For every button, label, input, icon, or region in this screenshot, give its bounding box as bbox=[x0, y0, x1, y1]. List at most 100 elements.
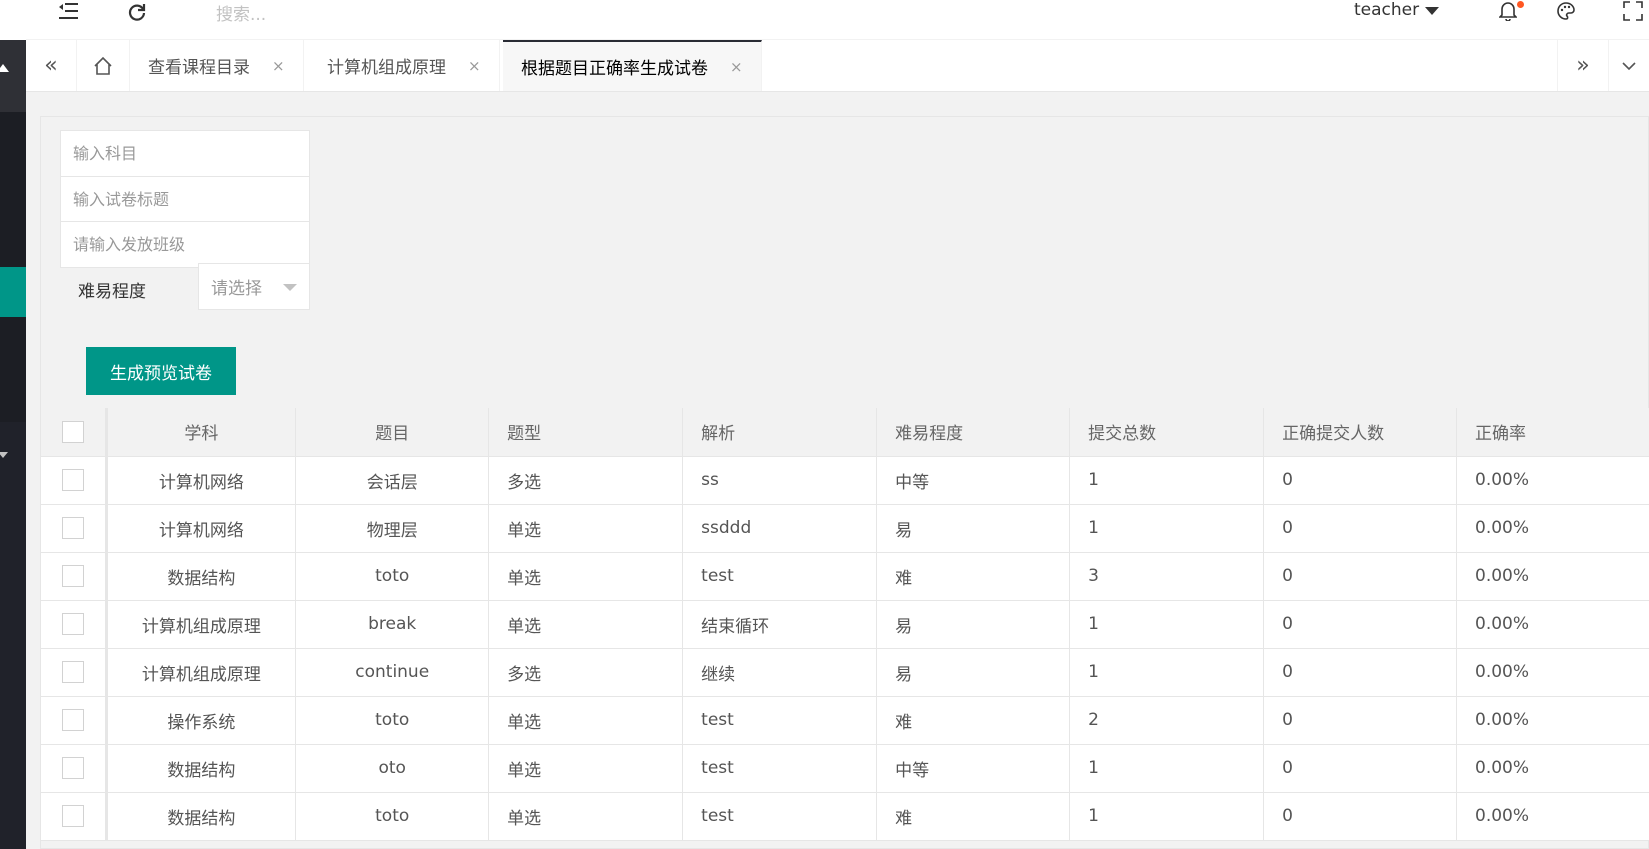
row-checkbox-cell bbox=[41, 504, 108, 553]
cell-type: 单选 bbox=[488, 600, 684, 649]
cell-correct-count: 0 bbox=[1263, 552, 1458, 601]
cell-submit-total: 2 bbox=[1069, 696, 1265, 745]
close-icon[interactable]: × bbox=[730, 58, 743, 76]
cell-question: 物理层 bbox=[295, 504, 490, 553]
table-row: 计算机组成原理 break 单选 结束循环易 1 0 0.00% bbox=[41, 600, 1649, 649]
menu-expanded-arrow-icon bbox=[0, 64, 9, 72]
cell-accuracy: 0.00% bbox=[1456, 504, 1649, 553]
fullscreen-icon[interactable] bbox=[1620, 0, 1646, 22]
paper-title-input[interactable] bbox=[73, 190, 309, 209]
menu-shrink-icon[interactable] bbox=[56, 0, 82, 22]
tab-course-catalog[interactable]: 查看课程目录 × bbox=[130, 40, 304, 91]
cell-submit-total: 1 bbox=[1069, 600, 1265, 649]
generate-preview-button[interactable]: 生成预览试卷 bbox=[86, 347, 236, 395]
cell-correct-count: 0 bbox=[1263, 504, 1458, 553]
cell-type: 多选 bbox=[488, 456, 684, 505]
header-submit-total[interactable]: 提交总数 bbox=[1069, 408, 1265, 457]
search-input[interactable]: 搜索... bbox=[216, 0, 266, 25]
table-row: 操作系统 toto 单选 test 难 2 0 0.00% bbox=[41, 696, 1649, 745]
cell-difficulty: 中等 bbox=[876, 744, 1071, 793]
row-checkbox[interactable] bbox=[61, 517, 84, 539]
row-checkbox[interactable] bbox=[61, 709, 84, 731]
generate-paper-panel: 难易程度 请选择 生成预览试卷 学科 题目 题型 解析 难易程度 bbox=[40, 116, 1649, 849]
table-row: 数据结构 toto 单选 test 难 3 0 0.00% bbox=[41, 552, 1649, 601]
tab-scroll-left-icon[interactable]: « bbox=[26, 40, 77, 91]
cell-subject: 数据结构 bbox=[106, 792, 297, 841]
cell-analysis: test bbox=[682, 552, 878, 601]
cell-difficulty: 易 bbox=[876, 504, 1071, 553]
cell-question: toto bbox=[295, 696, 490, 745]
header-correct-count[interactable]: 正确提交人数 bbox=[1263, 408, 1458, 457]
subject-field[interactable] bbox=[60, 130, 310, 177]
select-all-cell bbox=[41, 408, 108, 457]
palette-icon[interactable] bbox=[1553, 0, 1579, 22]
tab-menu-chevron-down-icon[interactable] bbox=[1608, 40, 1649, 91]
table-row: 数据结构 toto 单选 test 难 1 0 0.00% bbox=[41, 792, 1649, 841]
cell-submit-total: 1 bbox=[1069, 792, 1265, 841]
select-all-checkbox[interactable] bbox=[61, 420, 84, 443]
cell-analysis: 结束循环 bbox=[682, 600, 878, 649]
cell-question: break bbox=[295, 600, 490, 649]
logo-area bbox=[0, 0, 26, 40]
tab-bar: « 查看课程目录 × 计算机组成原理 × 根据题目正确率生成试卷 × » bbox=[26, 40, 1649, 92]
cell-type: 单选 bbox=[488, 552, 684, 601]
cell-difficulty: 易 bbox=[876, 648, 1071, 697]
tab-generate-paper[interactable]: 根据题目正确率生成试卷 × bbox=[503, 40, 762, 91]
row-checkbox[interactable] bbox=[61, 805, 84, 827]
tab-computer-organization[interactable]: 计算机组成原理 × bbox=[309, 40, 500, 91]
cell-difficulty: 难 bbox=[876, 696, 1071, 745]
main-content: 难易程度 请选择 生成预览试卷 学科 题目 题型 解析 难易程度 bbox=[26, 92, 1649, 849]
cell-type: 单选 bbox=[488, 792, 684, 841]
user-menu[interactable]: teacher bbox=[1354, 0, 1440, 20]
row-checkbox-cell bbox=[41, 792, 108, 841]
header-accuracy[interactable]: 正确率 bbox=[1456, 408, 1649, 457]
cell-submit-total: 1 bbox=[1069, 456, 1265, 505]
cell-question: continue bbox=[295, 648, 490, 697]
row-checkbox[interactable] bbox=[61, 661, 84, 683]
cell-accuracy: 0.00% bbox=[1456, 696, 1649, 745]
side-menu-item-active[interactable] bbox=[0, 267, 26, 317]
header-type[interactable]: 题型 bbox=[488, 408, 684, 457]
cell-accuracy: 0.00% bbox=[1456, 648, 1649, 697]
question-table: 学科 题目 题型 解析 难易程度 提交总数 正确提交人数 正确率 计算机网络 会话… bbox=[41, 408, 1649, 841]
close-icon[interactable]: × bbox=[468, 57, 481, 75]
header-difficulty[interactable]: 难易程度 bbox=[876, 408, 1071, 457]
table-body: 计算机网络 会话层 多选 ss 中等 1 0 0.00% 计算机网络 物理层 单选 ssddd 易 1 0 0… bbox=[41, 456, 1649, 841]
row-checkbox[interactable] bbox=[61, 469, 84, 491]
cell-correct-count: 0 bbox=[1263, 792, 1458, 841]
row-checkbox[interactable] bbox=[61, 613, 84, 635]
title-field[interactable] bbox=[60, 176, 310, 223]
cell-subject: 计算机网络 bbox=[106, 456, 297, 505]
cell-type: 多选 bbox=[488, 648, 684, 697]
cell-accuracy: 0.00% bbox=[1456, 552, 1649, 601]
difficulty-select[interactable]: 请选择 bbox=[198, 263, 310, 310]
cell-difficulty: 难 bbox=[876, 552, 1071, 601]
cell-question: 会话层 bbox=[295, 456, 490, 505]
row-checkbox[interactable] bbox=[61, 565, 84, 587]
table-row: 计算机组成原理 continue 多选 继续易 1 0 0.00% bbox=[41, 648, 1649, 697]
cell-subject: 计算机网络 bbox=[106, 504, 297, 553]
username: teacher bbox=[1354, 0, 1420, 20]
table-row: 计算机网络 物理层 单选 ssddd 易 1 0 0.00% bbox=[41, 504, 1649, 553]
notification-badge bbox=[1517, 1, 1524, 8]
row-checkbox[interactable] bbox=[61, 757, 84, 779]
class-field[interactable] bbox=[60, 221, 310, 268]
side-menu-group[interactable] bbox=[0, 40, 26, 112]
class-input[interactable] bbox=[73, 235, 309, 254]
tab-scroll-right-icon[interactable]: » bbox=[1557, 40, 1608, 91]
side-submenu-lower bbox=[0, 317, 26, 422]
header-analysis[interactable]: 解析 bbox=[682, 408, 878, 457]
table-header-row: 学科 题目 题型 解析 难易程度 提交总数 正确提交人数 正确率 bbox=[41, 408, 1649, 457]
close-icon[interactable]: × bbox=[272, 57, 285, 75]
cell-submit-total: 1 bbox=[1069, 648, 1265, 697]
cell-question: toto bbox=[295, 792, 490, 841]
cell-accuracy: 0.00% bbox=[1456, 456, 1649, 505]
header-question[interactable]: 题目 bbox=[295, 408, 490, 457]
home-tab-icon[interactable] bbox=[77, 40, 130, 91]
header-subject[interactable]: 学科 bbox=[106, 408, 297, 457]
cell-analysis: ssddd bbox=[682, 504, 878, 553]
cell-analysis: 继续 bbox=[682, 648, 878, 697]
refresh-icon[interactable] bbox=[124, 0, 150, 22]
subject-input[interactable] bbox=[73, 144, 309, 163]
table-row: 计算机网络 会话层 多选 ss 中等 1 0 0.00% bbox=[41, 456, 1649, 505]
